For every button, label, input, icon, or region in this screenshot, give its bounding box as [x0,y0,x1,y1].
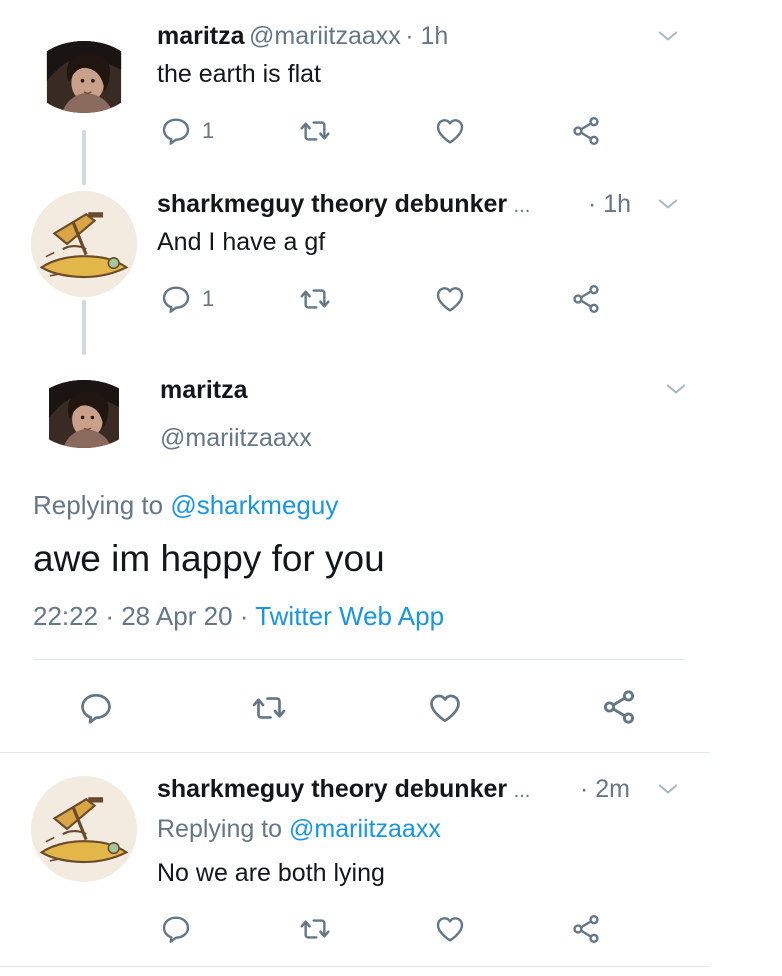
reply-icon [78,690,114,726]
heart-icon [433,115,467,147]
tweet-header: sharkmeguy theory debunker ... [157,190,530,219]
tweet-text: awe im happy for you [33,538,385,579]
profile-drawing-icon [31,191,137,297]
avatar[interactable] [31,191,137,297]
retweet-button[interactable] [298,115,332,147]
tweet-date: 28 Apr 20 [121,601,233,631]
tweet-time[interactable]: · 2m [580,775,630,804]
thread-line [82,130,86,185]
reply-button[interactable] [160,913,192,945]
retweet-icon [250,690,288,726]
replying-to-handle[interactable]: @sharkmeguy [170,490,338,520]
chevron-down-icon[interactable] [652,775,684,803]
share-icon [569,913,603,945]
reply-icon [160,913,192,945]
divider [0,752,710,753]
tweet-header: sharkmeguy theory debunker ... [157,775,530,804]
share-button[interactable] [569,115,603,147]
display-name[interactable]: maritza [157,22,245,50]
tweet-time: 22:22 [33,601,99,631]
display-name[interactable]: maritza [160,376,248,405]
share-icon [569,115,603,147]
divider [0,966,710,967]
like-button[interactable] [426,690,464,726]
share-button[interactable] [569,913,603,945]
replying-to: Replying to @sharkmeguy [33,490,338,521]
retweet-button[interactable] [298,913,332,945]
name-ellipsis: ... [513,195,531,217]
replying-to: Replying to @mariitzaaxx [157,815,441,844]
reply-button[interactable]: 1 [160,283,214,315]
reply-icon [160,115,192,147]
user-handle[interactable]: @mariitzaaxx [160,424,312,453]
name-ellipsis: ... [513,780,531,802]
tweet-text: the earth is flat [157,60,321,88]
user-handle[interactable]: @mariitzaaxx [249,22,401,50]
like-button[interactable] [433,913,467,945]
tweet-text: And I have a gf [157,228,326,256]
share-button[interactable] [600,688,638,726]
tweet-time[interactable]: · 1h [405,22,448,50]
divider [33,659,685,660]
like-button[interactable] [433,115,467,147]
display-name[interactable]: sharkmeguy theory debunker [157,775,507,803]
separator: · [239,601,249,631]
avatar[interactable] [31,380,137,448]
profile-drawing-icon [31,776,137,882]
share-icon [569,283,603,315]
retweet-icon [298,283,332,315]
retweet-icon [298,913,332,945]
avatar[interactable] [31,776,137,882]
thread-line [82,300,86,355]
tweet-text: No we are both lying [157,859,385,887]
retweet-button[interactable] [298,283,332,315]
display-name[interactable]: sharkmeguy theory debunker [157,190,507,218]
retweet-button[interactable] [250,690,288,726]
chevron-down-icon[interactable] [652,22,684,50]
share-icon [600,688,638,726]
retweet-icon [298,115,332,147]
reply-button[interactable]: 1 [160,115,214,147]
heart-icon [426,690,464,726]
profile-photo-icon [31,380,137,448]
heart-icon [433,283,467,315]
heart-icon [433,913,467,945]
like-button[interactable] [433,283,467,315]
tweet-time[interactable]: · 1h [588,190,631,219]
separator: · [105,601,114,631]
reply-button[interactable] [78,690,114,726]
tweet-meta: 22:22 · 28 Apr 20 · Twitter Web App [33,601,444,632]
reply-icon [160,283,192,315]
replying-to-label: Replying to [157,815,283,843]
chevron-down-icon[interactable] [660,375,692,403]
replying-to-handle[interactable]: @mariitzaaxx [289,815,441,843]
share-button[interactable] [569,283,603,315]
chevron-down-icon[interactable] [652,190,684,218]
replying-to-label: Replying to [33,490,164,520]
reply-count: 1 [202,286,215,311]
avatar[interactable] [31,41,137,113]
reply-count: 1 [202,118,215,143]
tweet-header: maritza @mariitzaaxx · 1h [157,22,448,51]
profile-photo-icon [31,41,137,113]
tweet-source[interactable]: Twitter Web App [255,601,444,631]
